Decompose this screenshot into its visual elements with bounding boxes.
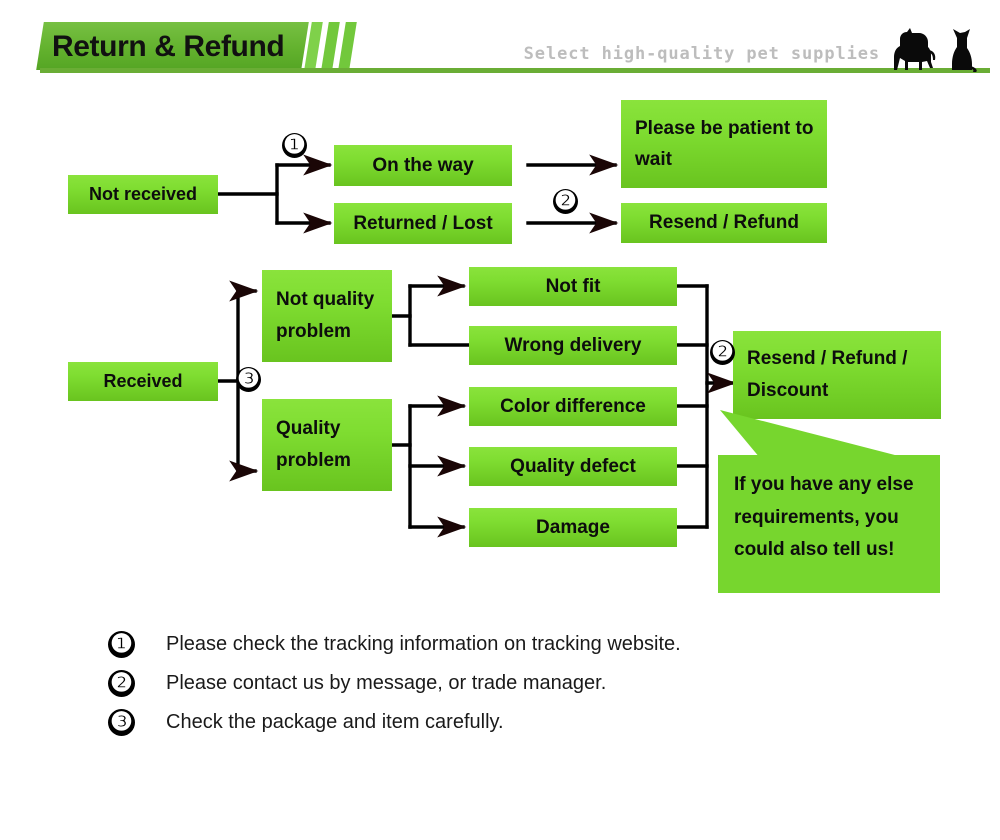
marker-two-top-label: ❷ [554,187,577,215]
box-quality-defect[interactable]: Quality defect [469,447,677,486]
note-row: ❷ Please contact us by message, or trade… [0,664,1000,703]
note-row: ❶ Please check the tracking information … [0,625,1000,664]
note-bullet-3: ❸ [108,709,135,736]
header-stripe-2 [321,22,340,70]
page-title: Return & Refund [52,30,285,63]
box-returned-lost-label: Returned / Lost [353,212,493,234]
notes-list: ❶ Please check the tracking information … [0,625,1000,742]
box-resend-refund-discount[interactable]: Resend / Refund / Discount [733,331,941,419]
box-color-difference-label: Color difference [500,395,646,417]
box-received[interactable]: Received [68,362,218,401]
marker-two-top: ❷ [553,189,578,214]
box-not-quality-problem[interactable]: Not quality problem [262,270,392,362]
box-damage-label: Damage [536,516,610,538]
box-on-the-way-label: On the way [372,154,474,176]
box-returned-lost[interactable]: Returned / Lost [334,203,512,244]
marker-one-top-label: ❶ [283,131,306,159]
box-not-quality-problem-label: Not quality problem [276,288,375,342]
note-bullet-1: ❶ [108,631,135,658]
cat-silhouette [952,29,977,72]
marker-three-bottom: ❸ [236,367,261,392]
note-bullet-2: ❷ [108,670,135,697]
header-tagline: Select high-quality pet supplies [523,44,880,64]
box-not-fit-label: Not fit [545,275,601,297]
box-damage[interactable]: Damage [469,508,677,547]
marker-two-bottom-label: ❷ [711,338,734,366]
box-please-be-patient-label: Please be patient to wait [635,117,814,170]
box-color-difference[interactable]: Color difference [469,387,677,426]
box-not-fit[interactable]: Not fit [469,267,677,306]
box-resend-refund[interactable]: Resend / Refund [621,203,827,243]
header-divider-rule [40,68,990,73]
box-received-label: Received [103,371,183,391]
box-wrong-delivery[interactable]: Wrong delivery [469,326,677,365]
note-text-3: Check the package and item carefully. [166,711,504,733]
marker-two-bottom: ❷ [710,340,735,365]
callout-text: If you have any else requirements, you c… [734,474,914,561]
box-quality-problem[interactable]: Quality problem [262,399,392,491]
page-header: Return & Refund Select high-quality pet … [0,0,1000,90]
box-wrong-delivery-label: Wrong delivery [504,334,642,356]
note-text-1: Please check the tracking information on… [166,633,681,655]
pet-silhouettes [894,28,977,72]
box-quality-defect-label: Quality defect [510,455,636,477]
box-not-received-label: Not received [88,184,198,204]
marker-one-top: ❶ [282,133,307,158]
callout-extra-requirements: If you have any else requirements, you c… [718,455,940,593]
box-on-the-way[interactable]: On the way [334,145,512,186]
note-row: ❸ Check the package and item carefully. [0,703,1000,742]
box-quality-problem-label: Quality problem [276,417,351,471]
dog-silhouette [894,28,936,70]
header-stripe-3 [338,22,357,70]
box-resend-refund-label: Resend / Refund [649,212,799,233]
note-text-2: Please contact us by message, or trade m… [166,672,607,694]
box-resend-refund-discount-label: Resend / Refund / Discount [747,347,908,401]
marker-three-bottom-label: ❸ [237,365,260,393]
box-please-be-patient[interactable]: Please be patient to wait [621,100,827,188]
box-not-received[interactable]: Not received [68,175,218,214]
